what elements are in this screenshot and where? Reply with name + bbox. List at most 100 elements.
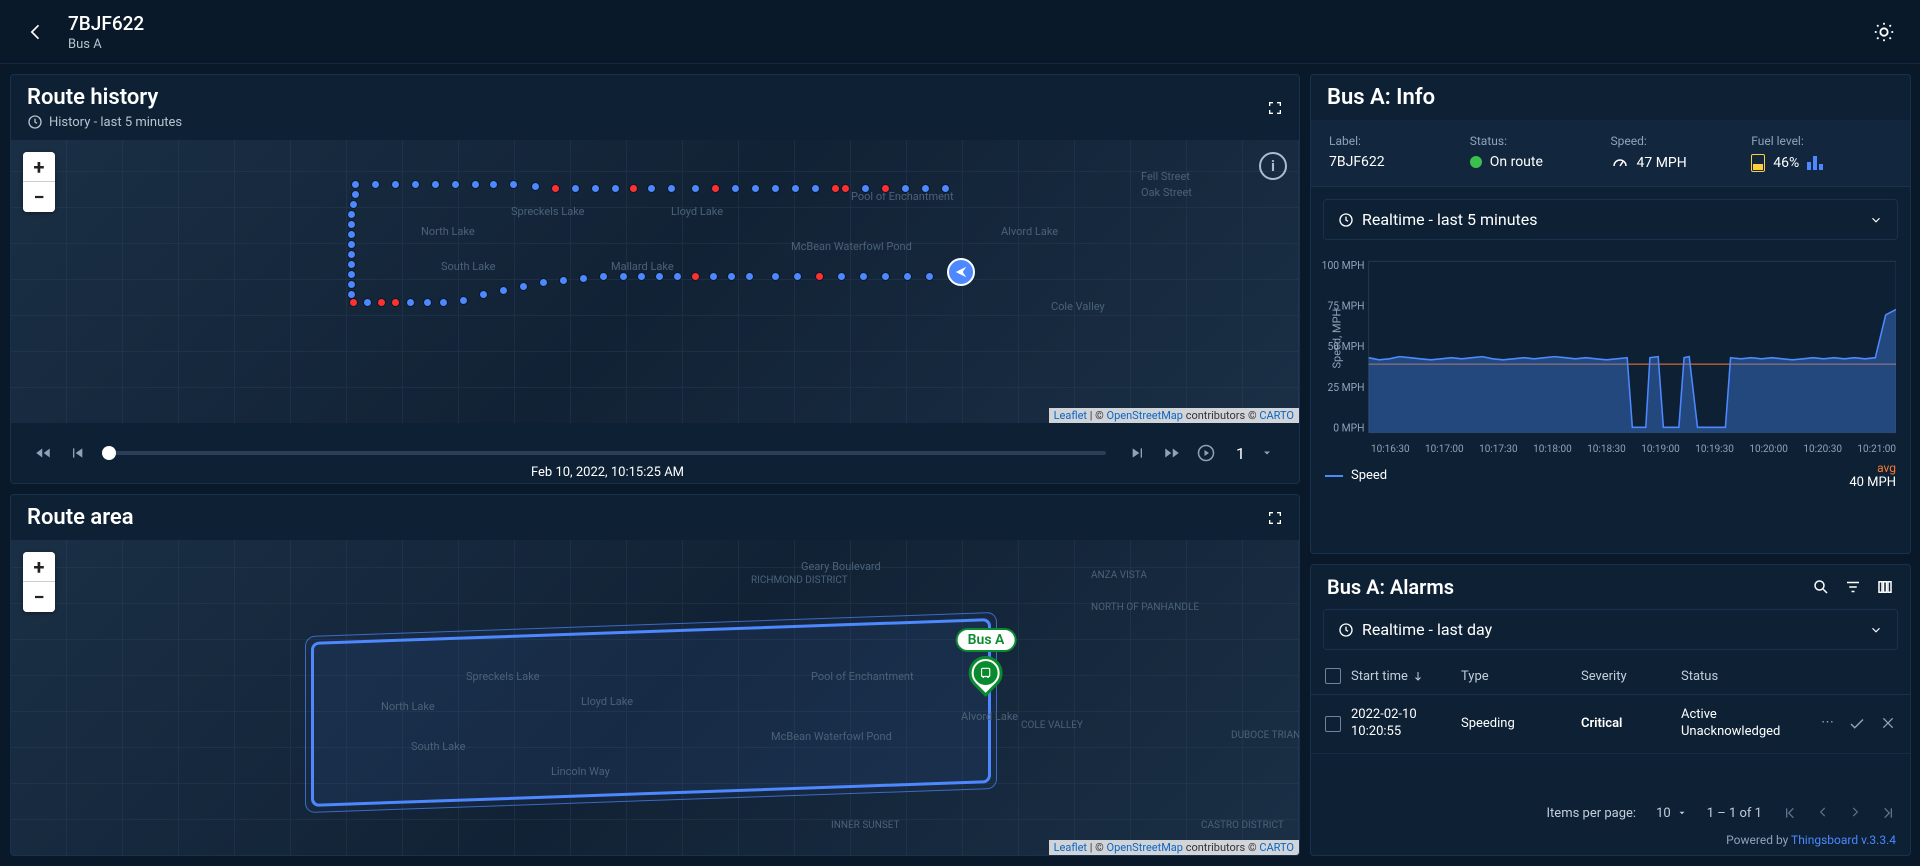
zoom-control: + − [23, 552, 55, 612]
leaflet-link[interactable]: Leaflet [1054, 841, 1087, 854]
fullscreen-button[interactable] [1267, 510, 1283, 526]
next-page-button[interactable] [1848, 805, 1862, 821]
first-page-button[interactable] [1782, 805, 1798, 821]
chevron-down-icon [1869, 623, 1883, 637]
realtime-range-selector[interactable]: Realtime - last 5 minutes [1323, 199, 1898, 240]
route-area-panel: Route area Spreckels Lake North Lake Sou… [10, 494, 1300, 856]
ffwd-button[interactable] [1160, 441, 1184, 465]
status-dot-icon [1470, 156, 1482, 168]
col-start[interactable]: Start time [1351, 669, 1408, 684]
info-grid: Label: 7BJF622 Status: On route Speed: 4… [1311, 120, 1910, 187]
chart-legend: Speed avg 40 MPH [1311, 455, 1910, 500]
items-per-page-select[interactable]: 10 [1656, 806, 1687, 821]
status-value: On route [1490, 154, 1543, 170]
fullscreen-button[interactable] [1267, 100, 1283, 116]
clock-icon [1338, 622, 1354, 638]
zoom-out-button[interactable]: − [23, 582, 55, 612]
legend-speed: Speed [1351, 468, 1387, 483]
carto-link[interactable]: CARTO [1259, 409, 1294, 422]
route-area-title: Route area [27, 505, 134, 530]
carto-link[interactable]: CARTO [1259, 841, 1294, 854]
route-history-title: Route history [27, 85, 182, 110]
alarms-panel: Bus A: Alarms Realtime - last day Sta [1310, 564, 1911, 856]
sort-desc-icon [1412, 670, 1424, 682]
theme-toggle-button[interactable] [1872, 20, 1896, 44]
avg-label: avg [1849, 461, 1896, 475]
speed-label: Speed: [1611, 134, 1752, 148]
svg-text:0 MPH: 0 MPH [1333, 421, 1364, 434]
items-per-page-label: Items per page: [1547, 806, 1637, 821]
confirm-button[interactable] [1848, 715, 1866, 733]
fuel-value: 46% [1773, 155, 1799, 171]
cell-type: Speeding [1461, 716, 1571, 731]
pager: Items per page: 10 1 – 1 of 1 [1311, 797, 1910, 829]
route-history-map[interactable]: Spreckels Lake North Lake South Lake Llo… [11, 140, 1299, 423]
dismiss-button[interactable] [1880, 715, 1896, 733]
title-block: 7BJF622 Bus A [68, 12, 144, 52]
playback-bar: Feb 10, 2022, 10:15:25 AM 1 [11, 423, 1299, 483]
footer: Powered by Thingsboard v.3.3.4 [1311, 829, 1910, 855]
map-attribution: Leaflet | © OpenStreetMap contributors ©… [1049, 840, 1299, 855]
row-checkbox[interactable] [1325, 716, 1341, 732]
zoom-in-button[interactable]: + [23, 552, 55, 582]
svg-text:25 MPH: 25 MPH [1327, 381, 1364, 394]
info-panel: Bus A: Info Label: 7BJF622 Status: On ro… [1310, 74, 1911, 554]
columns-button[interactable] [1876, 578, 1894, 596]
alarms-table-header: Start time Type Severity Status [1311, 658, 1910, 695]
col-type[interactable]: Type [1461, 669, 1571, 684]
prev-page-button[interactable] [1816, 805, 1830, 821]
rewind-button[interactable] [31, 441, 55, 465]
alarm-row[interactable]: 2022-02-10 10:20:55 Speeding Critical Ac… [1311, 695, 1910, 754]
filter-button[interactable] [1844, 578, 1862, 596]
cell-severity: Critical [1581, 716, 1671, 731]
next-button[interactable] [1126, 441, 1150, 465]
last-page-button[interactable] [1880, 805, 1896, 821]
col-status[interactable]: Status [1681, 669, 1811, 684]
more-button[interactable]: ⋯ [1821, 715, 1834, 733]
cell-status: Active Unacknowledged [1681, 707, 1811, 741]
leaflet-link[interactable]: Leaflet [1054, 409, 1087, 422]
bus-badge: Bus A [956, 628, 1017, 652]
gauge-icon [1611, 154, 1629, 172]
x-ticks: 10:16:3010:17:0010:17:3010:18:0010:18:30… [1311, 442, 1910, 455]
alarms-range-selector[interactable]: Realtime - last day [1323, 609, 1898, 650]
page-subtitle: Bus A [68, 37, 144, 52]
chart-button[interactable] [1807, 156, 1825, 170]
route-area-map[interactable]: Spreckels Lake North Lake South Lake Llo… [11, 540, 1299, 855]
vehicle-cursor-marker [947, 258, 975, 286]
map-info-button[interactable]: i [1259, 152, 1287, 180]
search-button[interactable] [1812, 578, 1830, 596]
y-axis-label: Speed, MPH [1330, 309, 1343, 369]
zoom-out-button[interactable]: − [23, 182, 55, 212]
route-history-panel: Route history History - last 5 minutes S… [10, 74, 1300, 484]
topbar: 7BJF622 Bus A [0, 0, 1920, 64]
realtime-label: Realtime - last 5 minutes [1362, 210, 1538, 229]
alarms-title: Bus A: Alarms [1327, 575, 1454, 599]
powered-by-link[interactable]: Thingsboard v.3.3.4 [1791, 833, 1896, 847]
label-label: Label: [1329, 134, 1470, 148]
page-range: 1 – 1 of 1 [1707, 806, 1762, 821]
svg-text:100 MPH: 100 MPH [1322, 259, 1365, 272]
play-button[interactable] [1194, 441, 1218, 465]
info-title: Bus A: Info [1327, 85, 1435, 110]
back-button[interactable] [24, 20, 48, 44]
label-value: 7BJF622 [1329, 154, 1470, 170]
cell-start: 2022-02-10 10:20:55 [1351, 707, 1451, 741]
alarms-range-label: Realtime - last day [1362, 620, 1492, 639]
select-all-checkbox[interactable] [1325, 668, 1341, 684]
playback-time: Feb 10, 2022, 10:15:25 AM [531, 465, 684, 480]
zoom-in-button[interactable]: + [23, 152, 55, 182]
speed-dropdown[interactable] [1255, 441, 1279, 465]
osm-link[interactable]: OpenStreetMap [1107, 409, 1183, 422]
fuel-icon [1751, 154, 1765, 172]
playback-speed: 1 [1236, 444, 1245, 463]
speed-value: 47 MPH [1637, 155, 1687, 171]
fuel-label: Fuel level: [1751, 134, 1892, 148]
prev-button[interactable] [65, 441, 89, 465]
avg-value: 40 MPH [1849, 475, 1896, 490]
playback-scrubber[interactable]: Feb 10, 2022, 10:15:25 AM [109, 451, 1106, 455]
bus-marker[interactable]: Bus A [956, 628, 1017, 690]
col-severity[interactable]: Severity [1581, 669, 1671, 684]
clock-icon [27, 114, 43, 130]
osm-link[interactable]: OpenStreetMap [1107, 841, 1183, 854]
